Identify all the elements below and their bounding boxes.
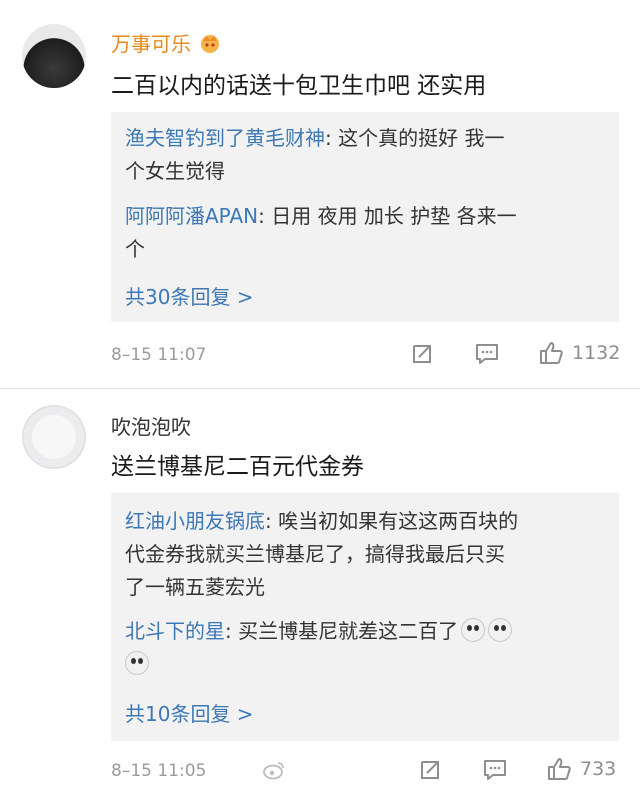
comment-item: 万事可乐 二百以内的话送十包卫生巾吧 还实用 渔夫智钓到了黄毛财神: 这个真的挺…: [0, 0, 640, 388]
reply-text-cont: 个女生觉得: [125, 159, 225, 183]
reply-separator: :: [325, 126, 332, 150]
avatar[interactable]: [22, 405, 86, 469]
reply-username[interactable]: 阿阿阿潘APAN: [125, 204, 258, 228]
vip-crown-icon: [197, 32, 223, 54]
share-button[interactable]: [418, 758, 442, 782]
avatar[interactable]: [22, 24, 86, 88]
reply-box[interactable]: 渔夫智钓到了黄毛财神: 这个真的挺好 我一个女生觉得 阿阿阿潘APAN: 日用 …: [111, 112, 619, 322]
username-label[interactable]: 万事可乐: [111, 32, 191, 56]
comment-button[interactable]: [482, 758, 508, 782]
weibo-watermark: [262, 760, 286, 780]
username[interactable]: 吹泡泡吹: [111, 411, 191, 440]
comment-icon: [484, 760, 506, 780]
reply-username[interactable]: 渔夫智钓到了黄毛财神: [125, 126, 325, 150]
share-icon: [413, 345, 431, 363]
reply-item[interactable]: 阿阿阿潘APAN: 日用 夜用 加长 护垫 各来一个: [125, 200, 595, 266]
reply-username[interactable]: 红油小朋友锅底: [125, 509, 265, 533]
crying-face-emoji: [488, 618, 513, 642]
reply-text: 买兰博基尼就差这二百了: [231, 619, 459, 643]
share-button[interactable]: [410, 342, 434, 366]
reply-separator: :: [225, 619, 232, 643]
comment-text: 二百以内的话送十包卫生巾吧 还实用: [111, 73, 487, 99]
reply-text: 唉当初如果有这这两百块的: [271, 509, 519, 533]
reply-item[interactable]: 北斗下的星: 买兰博基尼就差这二百了: [125, 615, 595, 681]
like-thumb-icon: [540, 342, 563, 364]
more-replies-link[interactable]: 共10条回复 >: [125, 698, 254, 727]
weibo-logo-icon: [263, 762, 284, 780]
reply-item[interactable]: 渔夫智钓到了黄毛财神: 这个真的挺好 我一个女生觉得: [125, 122, 595, 188]
comment-button[interactable]: [474, 342, 500, 366]
username[interactable]: 万事可乐: [111, 28, 223, 57]
like-thumb-icon: [548, 758, 571, 780]
reply-text-cont: 了一辆五菱宏光: [125, 575, 265, 599]
reply-item[interactable]: 红油小朋友锅底: 唉当初如果有这这两百块的代金券我就买兰博基尼了，搞得我最后只买…: [125, 505, 595, 604]
more-replies-link[interactable]: 共30条回复 >: [125, 281, 254, 310]
comment-item: 吹泡泡吹 送兰博基尼二百元代金券 红油小朋友锅底: 唉当初如果有这这两百块的代金…: [0, 389, 640, 788]
crying-face-emoji: [461, 618, 486, 642]
share-icon: [421, 761, 439, 779]
like-count: 733: [580, 758, 617, 780]
reply-username[interactable]: 北斗下的星: [125, 619, 225, 643]
default-avatar-icon: [22, 405, 86, 469]
reply-box[interactable]: 红油小朋友锅底: 唉当初如果有这这两百块的代金券我就买兰博基尼了，搞得我最后只买…: [111, 493, 619, 741]
timestamp: 8–15 11:07: [111, 345, 207, 365]
comment-icon: [476, 344, 498, 364]
reply-text-cont: 代金券我就买兰博基尼了，搞得我最后只买: [125, 542, 505, 566]
like-count: 1132: [572, 342, 621, 364]
like-button[interactable]: 733: [546, 756, 616, 782]
reply-separator: :: [265, 509, 272, 533]
reply-text: 这个真的挺好 我一: [331, 126, 505, 150]
reply-text: 日用 夜用 加长 护垫 各来一: [264, 204, 517, 228]
reply-text-cont: 个: [125, 237, 145, 261]
like-button[interactable]: 1132: [538, 340, 620, 366]
reply-separator: :: [258, 204, 265, 228]
comment-text: 送兰博基尼二百元代金券: [111, 454, 364, 480]
crying-face-emoji: [125, 651, 149, 675]
timestamp: 8–15 11:05: [111, 761, 207, 781]
